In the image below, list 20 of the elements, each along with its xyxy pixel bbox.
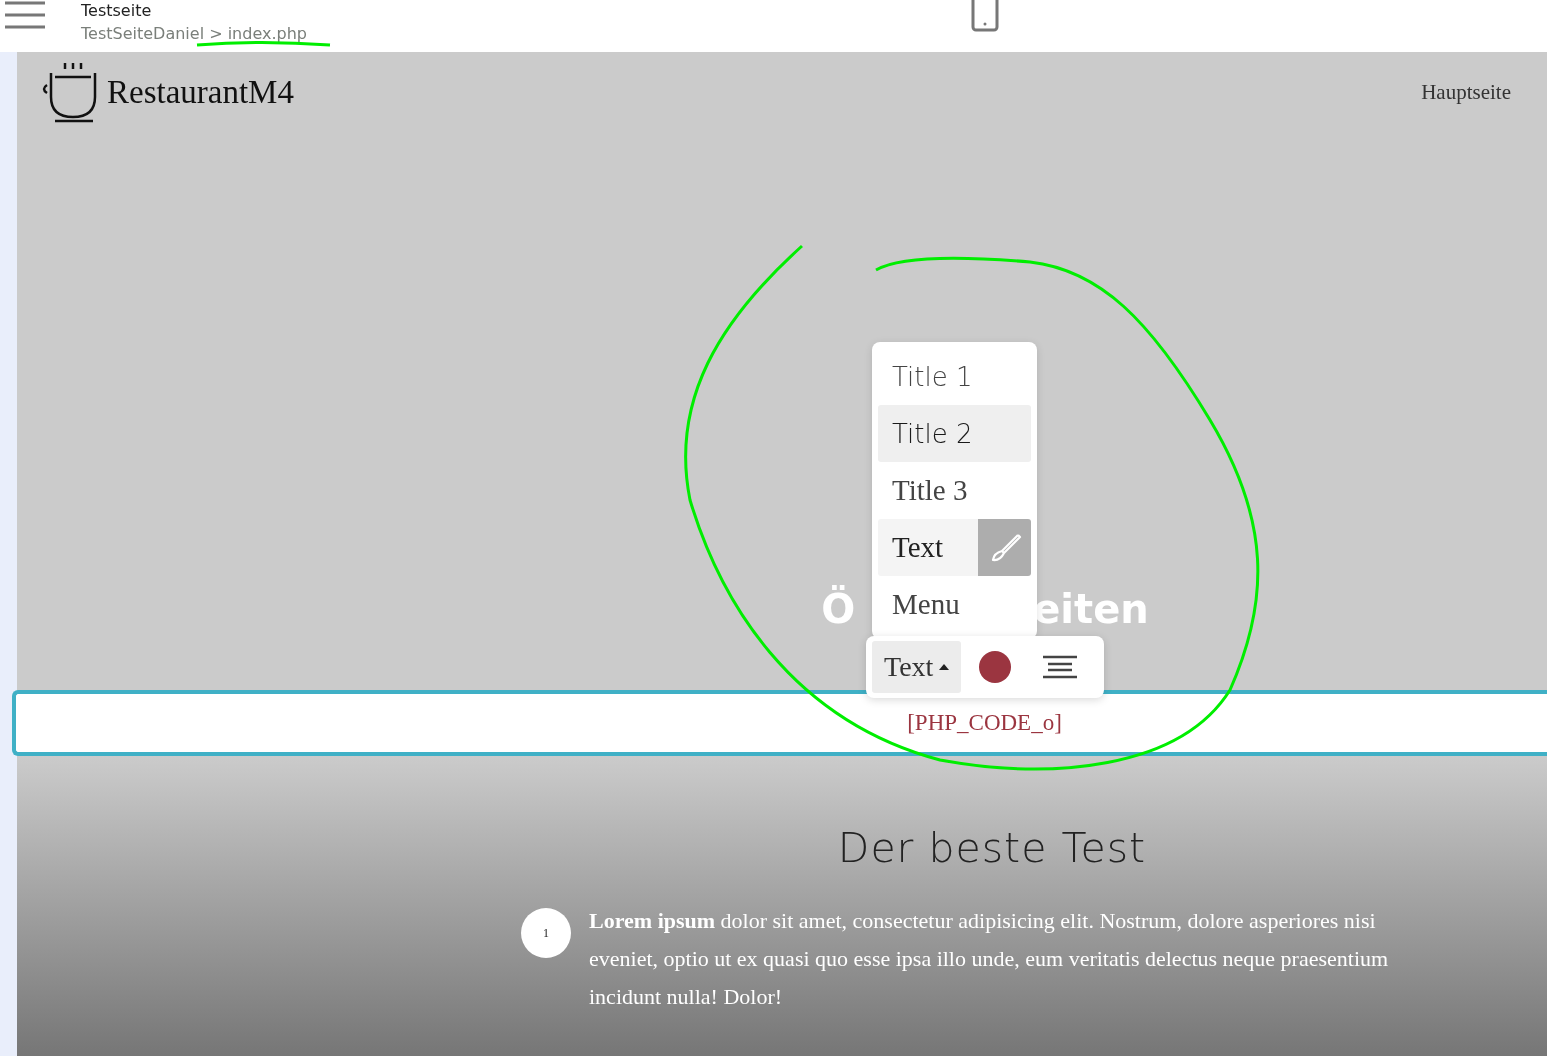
menu-item[interactable]: Title 2	[878, 405, 1031, 462]
align-center-icon[interactable]	[1043, 655, 1078, 679]
menu-item[interactable]: Text	[878, 519, 978, 576]
brand-name[interactable]: RestaurantM4	[107, 73, 294, 111]
caret-icon	[939, 664, 950, 670]
breadcrumb: TestSeiteDaniel > index.php	[81, 24, 307, 43]
color-swatch[interactable]	[979, 651, 1012, 683]
site-title: Testseite	[81, 2, 152, 20]
step-text: Lorem ipsum dolor sit amet, consectetur adipisicing elit. Nostrum, dolore asperiores nisi eveniet, optio ut ex quasi quo esse ipsa illo unde, eum veritatis delectus neque praesentium incidunt nulla! Dolor!	[589, 907, 1390, 1011]
step-number: 1	[521, 908, 571, 958]
editable-block[interactable]: [PHP_CODE_o]	[12, 690, 1547, 756]
code-placeholder: [PHP_CODE_o]	[907, 710, 1062, 736]
menu-item[interactable]: Title 3	[878, 462, 1031, 519]
menu-item[interactable]: Title 1	[878, 348, 1031, 405]
phone-icon[interactable]	[971, 0, 999, 32]
style-dropdown[interactable]: Text	[872, 641, 962, 693]
menu-icon[interactable]	[5, 0, 45, 30]
nav-link[interactable]: Hauptseite	[1421, 79, 1511, 105]
section-heading: Der beste Test	[836, 824, 1148, 872]
menu-item[interactable]: Menu	[878, 576, 1031, 633]
